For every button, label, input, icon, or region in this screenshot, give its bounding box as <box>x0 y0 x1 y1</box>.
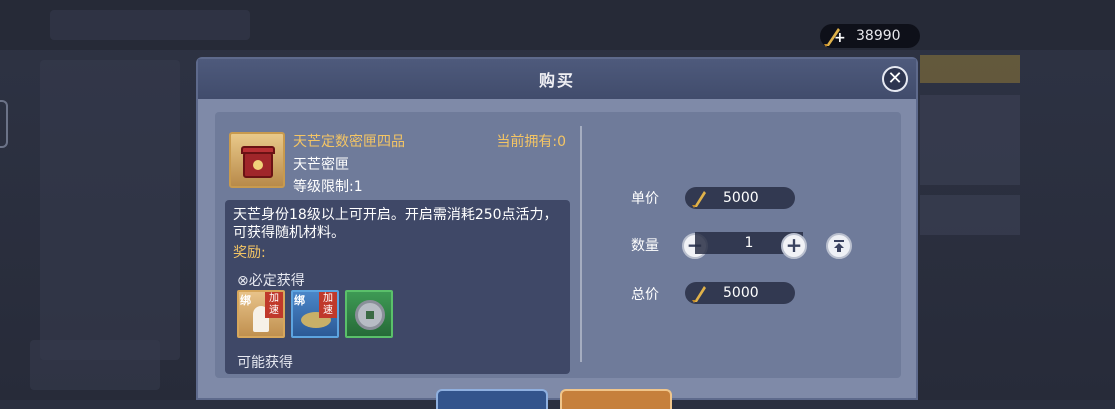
item-description: 天芒身份18级以上可开启。开启需消耗250点活力，可获得随机材料。 <box>233 207 558 241</box>
background-item <box>920 195 1020 235</box>
treasure-box-icon[interactable] <box>229 132 285 188</box>
background-item <box>920 95 1020 185</box>
currency-display[interactable]: + 38990 <box>820 24 920 48</box>
background-item <box>920 55 1020 83</box>
confirm-button[interactable] <box>560 389 672 409</box>
total-price-value: 5000 <box>723 285 759 301</box>
background-panel <box>30 340 160 390</box>
quill-currency-icon <box>692 191 706 208</box>
plus-icon: + <box>785 233 803 257</box>
quantity-label: 数量 <box>631 238 659 254</box>
reward-item[interactable]: 绑 加速 <box>291 290 339 338</box>
dialog-title: 购买 <box>538 71 575 90</box>
max-arrow-icon <box>834 240 844 252</box>
guaranteed-label: ⊗必定获得 <box>237 273 305 289</box>
total-price-label: 总价 <box>631 287 659 303</box>
background-panel <box>40 60 180 360</box>
background-side-tab <box>0 100 8 148</box>
close-icon: ✕ <box>887 68 903 89</box>
reward-item[interactable]: 绑 加速 <box>237 290 285 338</box>
background-panel <box>50 10 250 40</box>
description-box[interactable]: 天芒身份18级以上可开启。开启需消耗250点活力，可获得随机材料。 奖励: ⊗必… <box>225 200 570 374</box>
item-info-panel: 天芒定数密匣四品 天芒密匣 等级限制:1 当前拥有:0 天芒身份18级以上可开启… <box>225 122 570 374</box>
currency-value: 38990 <box>856 28 901 44</box>
quill-currency-icon: + <box>820 24 846 48</box>
panel-divider <box>580 126 582 362</box>
max-quantity-button[interactable] <box>826 233 852 259</box>
cancel-button[interactable] <box>436 389 548 409</box>
purchase-dialog: 购买 ✕ 天芒定数密匣四品 天芒密匣 等级限制:1 当前拥有:0 天芒身份18级… <box>196 57 918 409</box>
speed-tag: 加速 <box>319 292 337 318</box>
item-level-limit: 等级限制:1 <box>293 179 363 195</box>
item-subtitle: 天芒密匣 <box>293 157 349 173</box>
reward-label: 奖励: <box>233 245 266 261</box>
speed-tag: 加速 <box>265 292 283 318</box>
bound-tag: 绑 <box>294 294 305 307</box>
dialog-header: 购买 ✕ <box>198 59 916 99</box>
quill-currency-icon <box>692 286 706 303</box>
close-button[interactable]: ✕ <box>882 66 908 92</box>
unit-price-label: 单价 <box>631 191 659 207</box>
total-price-field: 5000 <box>685 282 795 304</box>
unit-price-value: 5000 <box>723 190 759 206</box>
possible-rewards-label: 可能获得 <box>237 355 293 371</box>
coin-icon <box>355 300 385 330</box>
bound-tag: 绑 <box>240 294 251 307</box>
increase-button[interactable]: + <box>781 233 807 259</box>
dialog-body: 天芒定数密匣四品 天芒密匣 等级限制:1 当前拥有:0 天芒身份18级以上可开启… <box>215 112 901 378</box>
item-name: 天芒定数密匣四品 <box>293 134 405 150</box>
reward-item[interactable] <box>345 290 393 338</box>
owned-count: 当前拥有:0 <box>496 134 566 150</box>
unit-price-field: 5000 <box>685 187 795 209</box>
